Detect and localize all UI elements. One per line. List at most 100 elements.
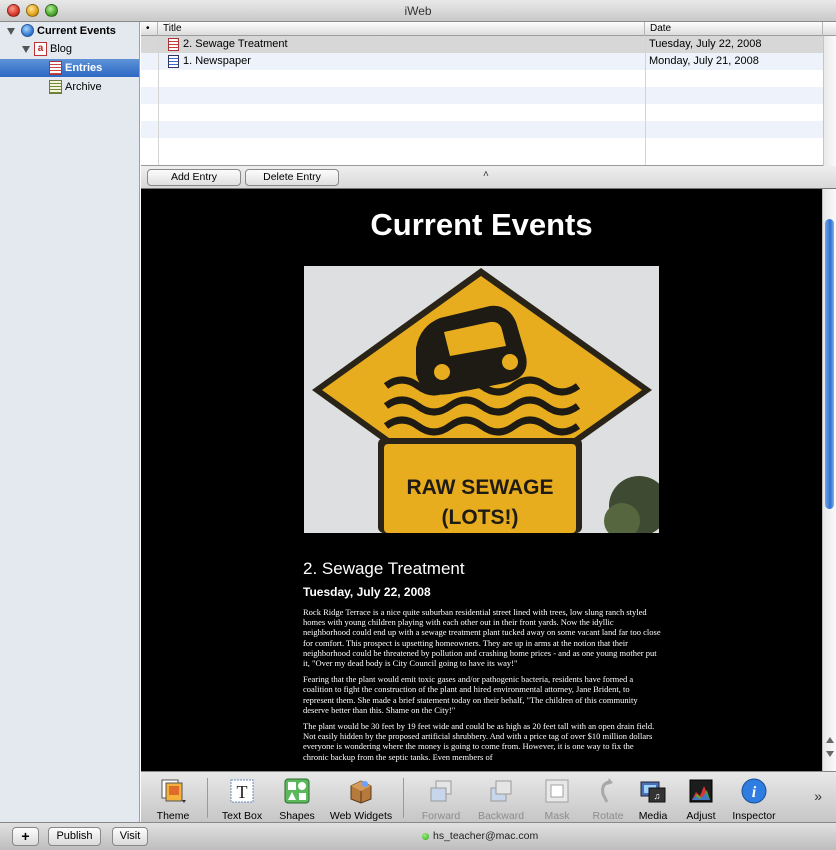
disclosure-triangle-icon[interactable] — [22, 46, 30, 53]
toolbar-separator — [403, 778, 404, 818]
forward-icon — [430, 780, 452, 802]
rotate-button[interactable]: Rotate — [585, 776, 631, 822]
toolbar-overflow-icon[interactable]: » — [814, 788, 822, 804]
table-row[interactable]: 2. Sewage Treatment Tuesday, July 22, 20… — [141, 36, 823, 53]
canvas-scrollbar[interactable] — [822, 189, 836, 771]
svg-text:♫: ♫ — [654, 791, 661, 801]
sidebar-item-label: Entries — [65, 62, 103, 74]
sidebar-item-label: Current Events — [37, 25, 116, 37]
toolbar-separator — [207, 778, 208, 818]
post-body[interactable]: Rock Ridge Terrace is a nice quite subur… — [303, 607, 661, 768]
site-sidebar: Current Events a Blog Entries Archive — [0, 22, 140, 822]
entry-toolbar: Add Entry Delete Entry ˄ — [141, 166, 836, 189]
status-bar: + Publish Visit hs_teacher@mac.com — [0, 822, 836, 850]
sidebar-item-current-events[interactable]: Current Events — [0, 22, 139, 40]
backward-button[interactable]: Backward — [473, 776, 529, 822]
sidebar-item-label: Archive — [65, 81, 102, 93]
column-divider — [645, 36, 646, 165]
table-row-empty — [141, 87, 823, 104]
post-title[interactable]: 2. Sewage Treatment — [303, 559, 465, 579]
tool-label: Forward — [421, 810, 461, 822]
post-paragraph: The plant would be 30 feet by 19 feet wi… — [303, 721, 655, 762]
entry-title: 1. Newspaper — [183, 55, 251, 67]
tool-label: Theme — [156, 810, 190, 822]
document-icon — [168, 38, 179, 51]
account-label: hs_teacher@mac.com — [433, 830, 539, 842]
online-status-icon — [422, 833, 429, 840]
table-row-empty — [141, 104, 823, 121]
title-bar: iWeb — [0, 0, 836, 22]
document-icon — [168, 55, 179, 68]
theme-button[interactable]: Theme — [149, 776, 197, 822]
visit-button[interactable]: Visit — [112, 827, 148, 846]
add-page-button[interactable]: + — [12, 827, 39, 846]
tool-label: Rotate — [592, 810, 624, 822]
tool-label: Inspector — [732, 810, 776, 822]
blog-icon: a — [34, 42, 47, 56]
sidebar-item-label: Blog — [50, 43, 73, 55]
scrollbar-thumb[interactable] — [825, 219, 834, 509]
page-canvas[interactable]: Current Events RAW SEWAGE (LOTS!) 2. Sew… — [141, 189, 822, 771]
table-row-empty — [141, 138, 823, 155]
tool-label: Text Box — [221, 810, 263, 822]
page-title[interactable]: Current Events — [141, 207, 822, 243]
publish-button[interactable]: Publish — [48, 827, 101, 846]
table-header: • Title Date — [141, 22, 836, 36]
table-row-empty — [141, 70, 823, 87]
media-button[interactable]: ♫ Media — [631, 776, 675, 822]
sidebar-item-archive[interactable]: Archive — [0, 78, 139, 96]
inspector-icon: i — [741, 778, 767, 804]
scroll-up-icon[interactable] — [826, 737, 834, 743]
post-paragraph: Fearing that the plant would emit toxic … — [303, 674, 638, 715]
forward-button[interactable]: Forward — [413, 776, 469, 822]
collapse-list-icon[interactable]: ˄ — [483, 169, 489, 180]
sidebar-item-entries[interactable]: Entries — [0, 59, 139, 77]
column-header-title[interactable]: Title — [158, 22, 645, 36]
raw-sewage-sign-image: RAW SEWAGE (LOTS!) — [304, 266, 659, 533]
table-row[interactable]: 1. Newspaper Monday, July 21, 2008 — [141, 53, 823, 70]
sign-text-line1: RAW SEWAGE — [406, 476, 553, 499]
tool-label: Backward — [477, 810, 525, 822]
scroll-down-icon[interactable] — [826, 751, 834, 757]
table-row-empty — [141, 121, 823, 138]
tool-label: Web Widgets — [329, 810, 393, 822]
entry-date: Tuesday, July 22, 2008 — [649, 38, 762, 50]
post-photo[interactable]: RAW SEWAGE (LOTS!) — [304, 266, 659, 533]
svg-text:T: T — [237, 782, 248, 802]
theme-icon — [161, 779, 186, 803]
tool-label: Shapes — [279, 810, 315, 822]
web-widgets-button[interactable]: Web Widgets — [327, 776, 395, 822]
format-toolbar: Theme T Text Box Shapes Web Widgets Forw… — [141, 771, 836, 822]
add-entry-button[interactable]: Add Entry — [147, 169, 241, 186]
rotate-icon — [601, 778, 613, 803]
text-box-button[interactable]: T Text Box — [217, 776, 267, 822]
column-header-date[interactable]: Date — [645, 22, 823, 36]
shapes-icon — [284, 778, 310, 804]
text-box-icon: T — [230, 779, 254, 803]
adjust-button[interactable]: Adjust — [679, 776, 723, 822]
tool-label: Adjust — [686, 810, 716, 822]
mask-icon — [545, 779, 569, 803]
post-date[interactable]: Tuesday, July 22, 2008 — [303, 585, 431, 599]
column-divider — [158, 36, 159, 165]
window-title: iWeb — [404, 4, 432, 18]
sidebar-item-blog[interactable]: a Blog — [0, 40, 139, 58]
tool-label: Media — [638, 810, 668, 822]
disclosure-triangle-icon[interactable] — [7, 28, 15, 35]
column-header-status[interactable]: • — [141, 22, 158, 36]
globe-icon — [21, 24, 34, 37]
inspector-button[interactable]: i Inspector — [727, 776, 781, 822]
table-scrollbar[interactable] — [823, 36, 836, 166]
adjust-icon — [689, 779, 713, 803]
entry-date: Monday, July 21, 2008 — [649, 55, 759, 67]
sign-text-line2: (LOTS!) — [442, 506, 519, 529]
delete-entry-button[interactable]: Delete Entry — [245, 169, 339, 186]
media-icon: ♫ — [640, 781, 666, 803]
svg-text:i: i — [752, 784, 757, 801]
mask-button[interactable]: Mask — [533, 776, 581, 822]
backward-icon — [490, 780, 512, 802]
web-widgets-icon — [350, 780, 372, 804]
shapes-button[interactable]: Shapes — [273, 776, 321, 822]
entry-title: 2. Sewage Treatment — [183, 38, 288, 50]
archive-icon — [49, 80, 62, 94]
